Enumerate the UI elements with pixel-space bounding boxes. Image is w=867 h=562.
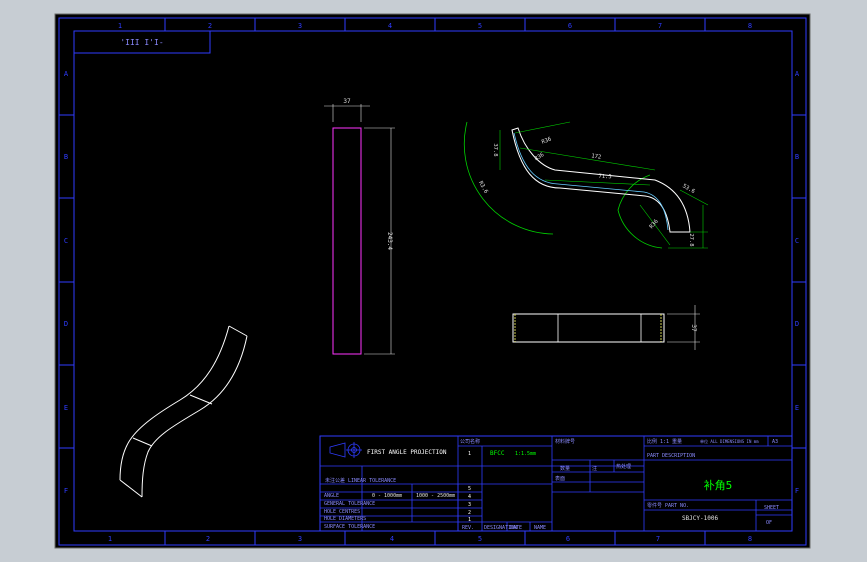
- top-left-label: 'III I'I-: [120, 38, 163, 47]
- dim-curve-mid: 71.5: [598, 174, 612, 181]
- right-row-d: D: [795, 320, 799, 328]
- tolerance-header: 未注公差 LINEAR TOLERANCE: [325, 477, 396, 484]
- dim-bottom-height: 37: [690, 324, 697, 332]
- treatment-label: 热处理: [616, 463, 631, 470]
- top-col-1: 1: [118, 22, 122, 30]
- right-row-f: F: [795, 487, 799, 495]
- right-row-c: C: [795, 237, 799, 245]
- right-top-b: 重量: [672, 438, 682, 445]
- range-a: 0 - 1000mm: [372, 493, 402, 499]
- material-label: 材料牌号: [555, 438, 575, 445]
- right-top-a: 比例 1:1: [647, 438, 669, 445]
- left-row-d: D: [64, 320, 68, 328]
- row-surface: SURFACE TOLERANCE: [324, 524, 375, 530]
- dim-curve-right-b: 27.8: [688, 233, 694, 246]
- range-b: 1000 - 2500mm: [416, 493, 455, 499]
- dim-curve-left-a: 37.8: [492, 143, 498, 156]
- left-row-e: E: [64, 404, 68, 412]
- sheet-no-cell: 1: [468, 451, 471, 457]
- bottom-col-8: 8: [748, 535, 752, 543]
- top-col-5: 5: [478, 22, 482, 30]
- bottom-col-1: 1: [108, 535, 112, 543]
- row-hole: HOLE CENTRES: [324, 509, 360, 515]
- part-no-label: 零件号 PART NO.: [647, 502, 689, 509]
- right-row-e: E: [795, 404, 799, 412]
- count-label: 数量: [560, 465, 570, 472]
- bottom-col-2: 2: [206, 535, 210, 543]
- top-col-2: 2: [208, 22, 212, 30]
- dim-side-width: 37: [343, 98, 351, 105]
- of-label: OF: [766, 520, 772, 526]
- projection-label: FIRST ANGLE PROJECTION: [367, 449, 447, 456]
- standard-cell: BFCC: [490, 450, 505, 457]
- scale-cell: 1:1.5mm: [515, 451, 536, 457]
- row-general: GENERAL TOLERANCE: [324, 501, 375, 507]
- bottom-col-4: 4: [390, 535, 394, 543]
- right-top-c: 单位 ALL DIMENSIONS IN mm: [700, 438, 759, 444]
- left-row-c: C: [64, 237, 68, 245]
- right-row-b: B: [795, 153, 799, 161]
- row-mark-3: 3: [468, 502, 471, 508]
- rev-header-date: DATE: [510, 525, 522, 531]
- row-mark-1: 1: [468, 517, 471, 523]
- rev-header-rev: REV.: [462, 525, 474, 531]
- left-row-b: B: [64, 153, 68, 161]
- sheet-label: SHEET: [764, 505, 779, 511]
- part-no: SBJCY-1006: [682, 515, 719, 522]
- dim-side-height: 243.4: [386, 232, 393, 250]
- top-col-4: 4: [388, 22, 392, 30]
- notes-label: 注: [592, 465, 597, 472]
- top-col-6: 6: [568, 22, 572, 30]
- top-col-7: 7: [658, 22, 662, 30]
- row-diam: HOLE DIAMETERS: [324, 516, 366, 522]
- company-label: 公司名称: [460, 438, 480, 445]
- cad-drawing-canvas[interactable]: 1 2 3 4 5 6 7 8 1 2 3 4 5 6 7 8 A B C D …: [0, 0, 867, 562]
- part-title: 补角5: [704, 479, 733, 492]
- bottom-col-6: 6: [566, 535, 570, 543]
- rev-header-name: NAME: [534, 525, 546, 531]
- coating-label: 表面: [555, 475, 565, 482]
- part-desc-label: PART DESCRIPTION: [647, 453, 695, 459]
- row-mark-4: 4: [468, 494, 471, 500]
- top-col-8: 8: [748, 22, 752, 30]
- row-angle: ANGLE: [324, 493, 339, 499]
- left-row-f: F: [64, 487, 68, 495]
- bottom-col-7: 7: [656, 535, 660, 543]
- bottom-col-5: 5: [478, 535, 482, 543]
- top-col-3: 3: [298, 22, 302, 30]
- right-top-d: A3: [772, 439, 778, 445]
- bottom-col-3: 3: [298, 535, 302, 543]
- row-mark-5: 5: [468, 486, 471, 492]
- row-mark-2: 2: [468, 510, 471, 516]
- drawing-sheet[interactable]: [54, 13, 811, 549]
